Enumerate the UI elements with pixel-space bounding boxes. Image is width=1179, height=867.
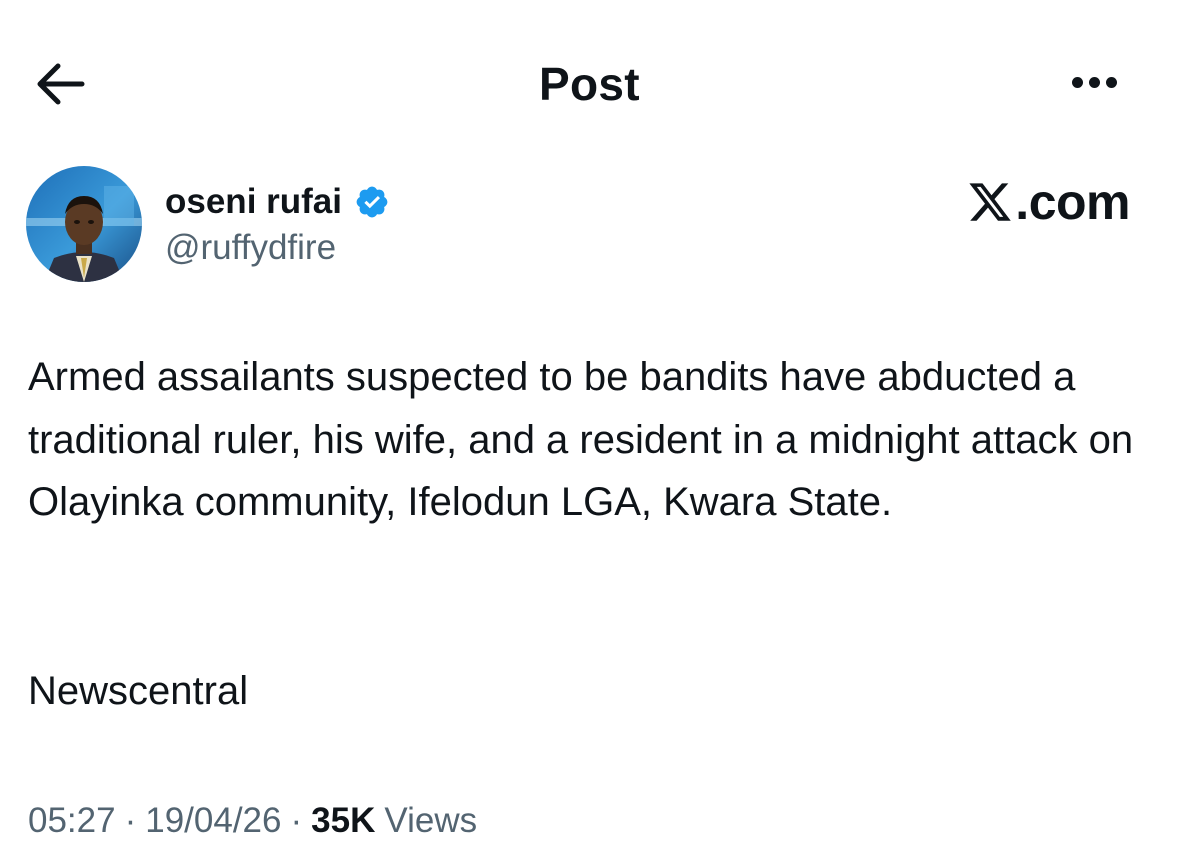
page-title: Post — [539, 58, 640, 110]
post-source: Newscentral — [28, 669, 249, 713]
post-time[interactable]: 05:27 — [28, 801, 116, 840]
x-logo-icon — [969, 183, 1012, 221]
more-options-button[interactable] — [1058, 58, 1130, 106]
author-name-row: oseni rufai — [165, 180, 390, 224]
avatar[interactable] — [26, 166, 142, 282]
more-horizontal-icon — [1069, 76, 1120, 88]
post-date[interactable]: 19/04/26 — [145, 801, 281, 840]
author-display-name[interactable]: oseni rufai — [165, 180, 342, 224]
watermark-text: .com — [1015, 174, 1130, 230]
top-bar: Post — [0, 0, 1179, 165]
author-handle[interactable]: @ruffydfire — [165, 226, 336, 270]
avatar-image — [26, 166, 142, 282]
views-count[interactable]: 35K — [311, 801, 375, 840]
meta-separator: · — [124, 801, 137, 840]
views-label: Views — [384, 801, 478, 840]
verified-badge-icon — [356, 186, 388, 218]
post-meta: 05:27 · 19/04/26 · 35K Views — [28, 796, 477, 846]
x-com-watermark: .com — [930, 172, 1130, 232]
post-text: Armed assailants suspected to be bandits… — [28, 355, 1145, 524]
meta-separator: · — [290, 801, 303, 840]
